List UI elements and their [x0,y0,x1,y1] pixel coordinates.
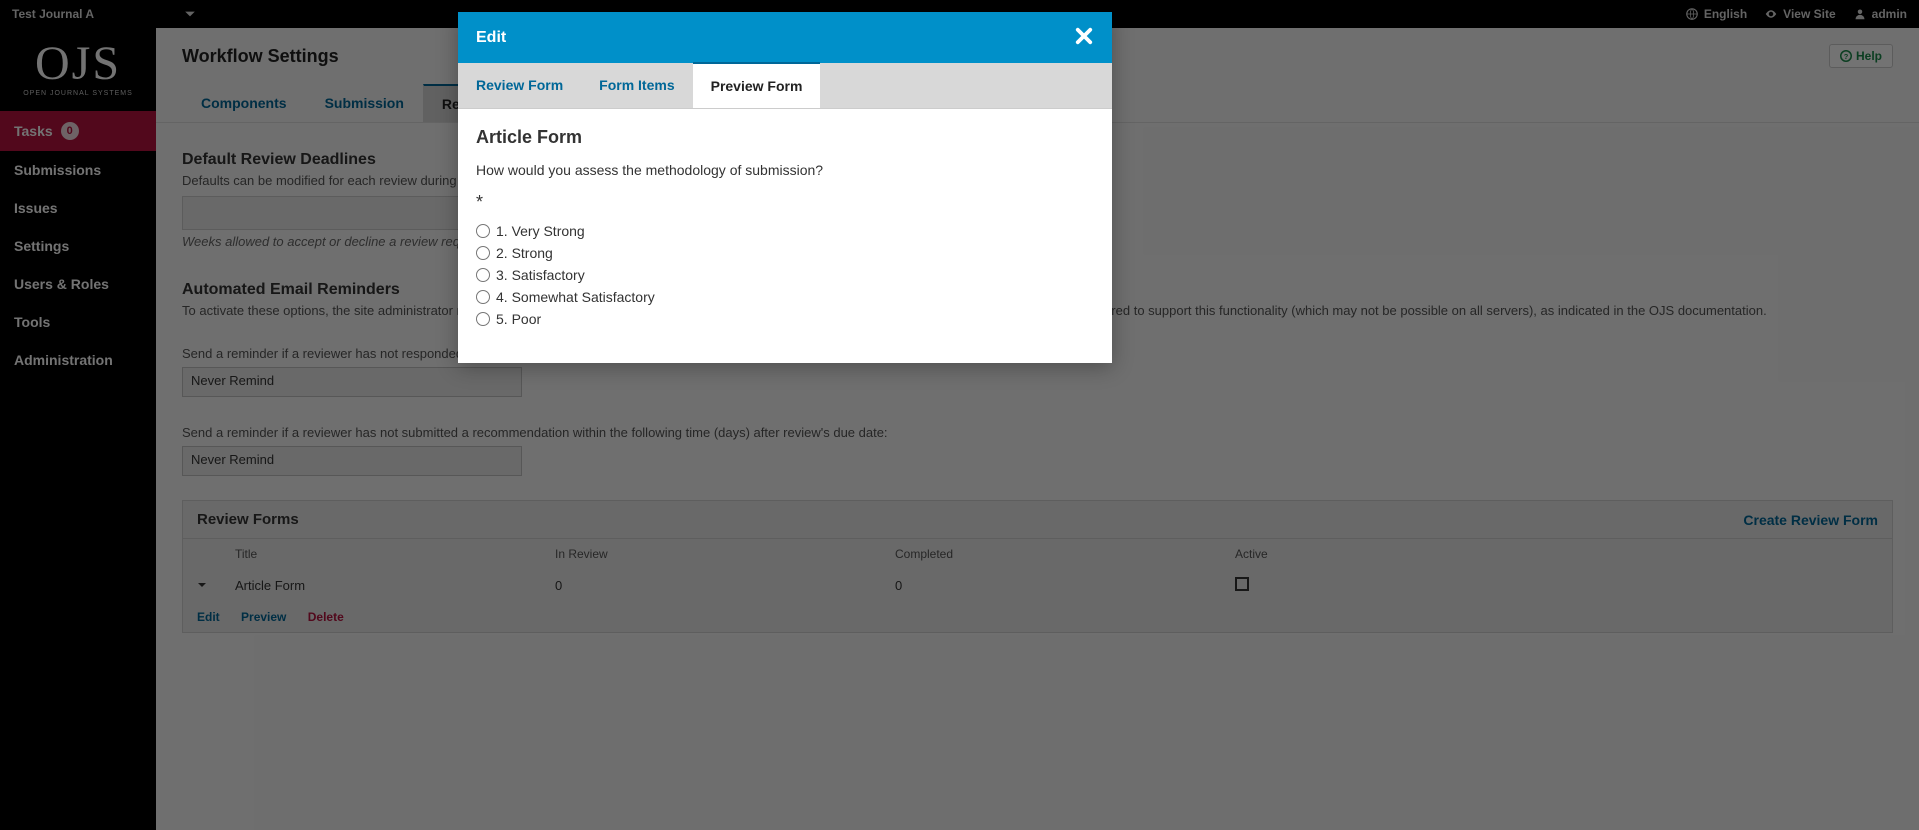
modal-title: Edit [476,29,506,47]
option-2-label: 2. Strong [496,245,553,261]
edit-modal: Edit Review Form Form Items Preview Form… [458,12,1112,363]
option-4-radio[interactable] [476,290,490,304]
option-3[interactable]: 3. Satisfactory [476,267,1094,283]
option-1-label: 1. Very Strong [496,223,585,239]
modal-body: Article Form How would you assess the me… [458,109,1112,363]
modal-tabs: Review Form Form Items Preview Form [458,63,1112,109]
option-5-label: 5. Poor [496,311,541,327]
option-4[interactable]: 4. Somewhat Satisfactory [476,289,1094,305]
preview-question: How would you assess the methodology of … [476,162,1094,178]
option-5[interactable]: 5. Poor [476,311,1094,327]
close-icon [1074,26,1094,46]
modal-tab-form-items[interactable]: Form Items [581,63,692,108]
option-1[interactable]: 1. Very Strong [476,223,1094,239]
modal-close-button[interactable] [1074,26,1094,49]
modal-tab-preview-form[interactable]: Preview Form [693,62,821,108]
option-3-radio[interactable] [476,268,490,282]
modal-header: Edit [458,12,1112,63]
required-indicator: * [476,192,1094,213]
option-1-radio[interactable] [476,224,490,238]
option-5-radio[interactable] [476,312,490,326]
option-3-label: 3. Satisfactory [496,267,585,283]
option-4-label: 4. Somewhat Satisfactory [496,289,655,305]
preview-form-title: Article Form [476,127,1094,148]
option-2[interactable]: 2. Strong [476,245,1094,261]
modal-tab-review-form[interactable]: Review Form [458,63,581,108]
option-2-radio[interactable] [476,246,490,260]
